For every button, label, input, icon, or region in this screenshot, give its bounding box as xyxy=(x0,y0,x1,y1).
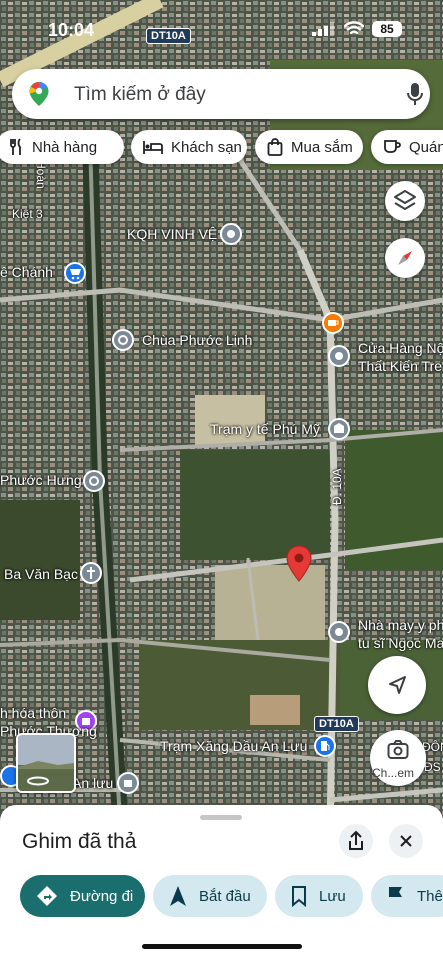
place-pin-icon[interactable] xyxy=(328,621,350,643)
compass-button[interactable] xyxy=(385,238,425,278)
chip-label: Quán xyxy=(409,138,443,156)
home-indicator xyxy=(142,944,302,949)
directions-button[interactable]: Đường đi xyxy=(20,875,145,917)
chip-hotels[interactable]: Khách sạn xyxy=(131,130,247,164)
chip-label: Mua sắm xyxy=(291,138,353,156)
shopping-cart-icon[interactable] xyxy=(64,262,86,284)
lens-button-label: Ch...em xyxy=(372,766,415,780)
map-label-kiet3: Kiệt 3 xyxy=(12,207,43,221)
status-time: 10:04 xyxy=(48,20,95,40)
temple-icon[interactable] xyxy=(112,329,134,351)
camera-lens-icon xyxy=(387,740,409,759)
hospital-icon[interactable] xyxy=(328,418,350,440)
fork-knife-icon xyxy=(10,138,21,155)
map-label-tram-yte: Trạm y tế Phú Mỹ xyxy=(210,421,320,437)
location-arrow-icon xyxy=(389,676,406,694)
search-bar[interactable]: Tìm kiếm ở đây xyxy=(12,69,430,119)
share-icon xyxy=(349,830,363,850)
search-input[interactable]: Tìm kiếm ở đây xyxy=(74,84,206,106)
start-button[interactable]: Bắt đầu xyxy=(153,875,267,917)
gas-station-icon[interactable] xyxy=(314,735,336,757)
road-label-d10a: Đ. 10A xyxy=(330,468,344,505)
close-button[interactable] xyxy=(389,824,423,858)
map-label-tu-si: tu sĩ Ngọc Ma xyxy=(358,635,443,651)
close-icon xyxy=(400,835,412,847)
lens-button[interactable]: Ch...em xyxy=(370,730,426,786)
my-location-button[interactable] xyxy=(368,656,426,714)
coffee-place-icon[interactable] xyxy=(322,312,344,334)
dropped-pin-icon[interactable] xyxy=(286,545,312,583)
bookmark-icon xyxy=(292,886,306,907)
map-label-le-chanh: ê Chánh xyxy=(0,264,53,280)
church-icon[interactable] xyxy=(80,562,102,584)
road-shield-dt10a-bottom: DT10A xyxy=(314,716,359,732)
map-label-ds: ĐS xyxy=(424,760,441,774)
chip-restaurants[interactable]: Nhà hàng xyxy=(0,130,124,164)
action-label: Lưu xyxy=(319,887,346,905)
sheet-title: Ghim đã thả xyxy=(22,830,137,853)
chip-label: Nhà hàng xyxy=(32,138,98,156)
layers-icon xyxy=(394,190,416,210)
map-label-ba-van-bac: Ba Văn Bạc xyxy=(4,566,78,582)
google-maps-logo-icon xyxy=(29,82,49,106)
chip-shopping[interactable]: Mua sắm xyxy=(255,130,363,164)
map-label-chua: Chùa Phước Linh xyxy=(142,332,253,348)
map-label-hoa-thon: h hóa thôn xyxy=(0,705,67,721)
map-label-kqh: KQH VINH VỆ xyxy=(127,226,218,242)
temple-icon[interactable] xyxy=(83,470,105,492)
map-label-tram-xang: Trạm Xăng Dầu An Lưu xyxy=(160,738,308,754)
action-label: Đường đi xyxy=(70,887,134,905)
chip-label: Khách sạn xyxy=(171,138,242,156)
bed-icon xyxy=(143,141,163,154)
bottom-sheet[interactable]: Ghim đã thả Đường đi Bắt đầu Lưu Thê xyxy=(0,805,443,960)
action-label: Bắt đầu xyxy=(199,887,251,905)
cellular-signal-icon xyxy=(312,22,334,36)
battery-indicator: 85 xyxy=(372,21,402,37)
map-label-an-luu: An lưu xyxy=(72,775,114,791)
compass-icon xyxy=(398,251,412,265)
navigation-arrow-icon xyxy=(170,886,186,906)
map-label-cua-hang: Cửa Hàng Nộ xyxy=(358,340,443,356)
action-label: Thê xyxy=(417,887,443,905)
map-label-phuoc-hung: Phước Hưng xyxy=(0,472,82,488)
save-button[interactable]: Lưu xyxy=(275,875,363,917)
label-button[interactable]: Thê xyxy=(371,875,443,917)
sheet-drag-handle[interactable] xyxy=(200,815,242,820)
directions-icon xyxy=(37,886,57,906)
category-chips: Nhà hàng Khách sạn Mua sắm Quán xyxy=(0,130,443,166)
coffee-icon xyxy=(384,140,401,153)
share-button[interactable] xyxy=(339,824,373,858)
shopping-bag-icon xyxy=(267,138,283,156)
place-pin-icon[interactable] xyxy=(328,345,350,367)
wifi-icon xyxy=(344,21,364,35)
street-view-thumbnail[interactable] xyxy=(16,733,76,793)
status-bar: 10:04 85 xyxy=(0,0,443,44)
microphone-icon[interactable] xyxy=(406,82,424,106)
map-label-that-kien: Thất Kiến Tre xyxy=(358,358,443,374)
street-view-icon xyxy=(18,735,74,791)
chip-cafes[interactable]: Quán xyxy=(371,130,443,164)
place-pin-icon[interactable] xyxy=(220,223,242,245)
temple-icon[interactable] xyxy=(117,772,139,794)
map-label-nha-may: Nhà may y ph xyxy=(358,617,443,633)
flag-icon xyxy=(389,887,402,906)
layers-button[interactable] xyxy=(385,181,425,221)
